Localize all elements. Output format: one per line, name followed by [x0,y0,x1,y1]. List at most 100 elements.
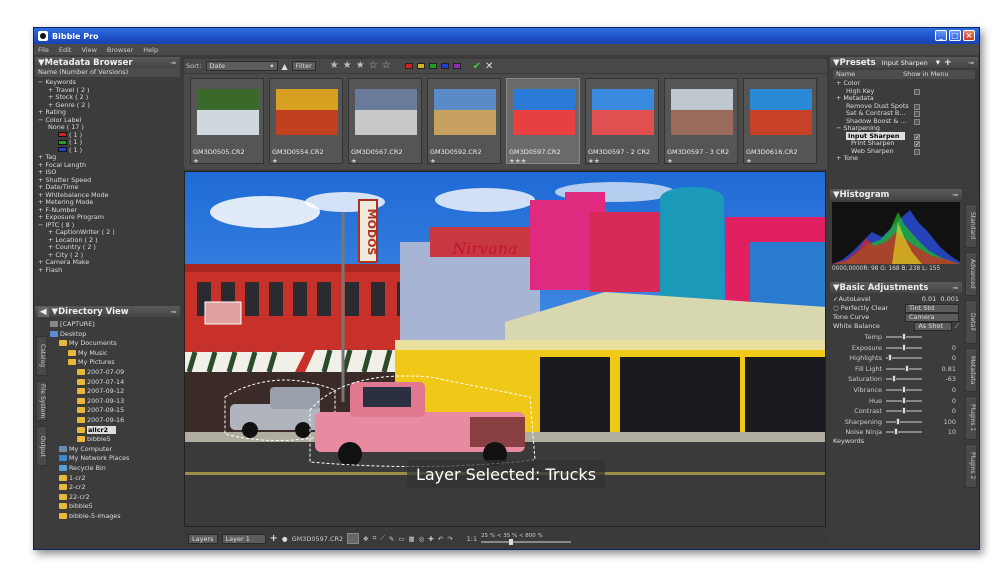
metadata-tree-item[interactable]: ( 1 ) [38,146,180,155]
side-tab-output[interactable]: Output [36,426,47,466]
side-tab-catalog[interactable]: Catalog [36,336,47,376]
slider-noise-ninja[interactable]: Noise Ninja 10 [830,428,962,437]
slider-hue[interactable]: Hue 0 [830,396,962,405]
pin-icon[interactable]: ⊸ [952,284,958,292]
close-button[interactable]: × [963,30,975,41]
clone-tool-icon[interactable]: ◎ [419,535,425,543]
filter-button[interactable]: Filter [291,61,316,71]
color-label-purple[interactable] [452,63,461,69]
slider-knob[interactable] [902,333,906,341]
slider-track[interactable] [886,428,922,436]
color-label-green[interactable] [428,63,437,69]
pin-icon[interactable]: ⊸ [170,308,176,316]
directory-tree-item[interactable]: My Documents [50,339,178,349]
main-image-viewer[interactable]: MODOS Nirvana Layer Selected: Trucks [184,171,826,527]
slider-knob[interactable] [902,407,906,415]
directory-tree-item[interactable]: Desktop [50,330,178,340]
collapse-left-icon[interactable]: ◀ [38,306,49,317]
pointer-tool-icon[interactable] [347,533,360,544]
slider-track[interactable] [886,375,922,383]
filmstrip-thumbnail[interactable]: GM3D0597.CR2 ★★★ [506,78,580,165]
zoom-slider[interactable]: 25 % < 35 % < 800 % [481,533,572,545]
autolevel-row[interactable]: ✓AutoLevel 0.01 0.001 [830,295,962,304]
filmstrip-thumbnail[interactable]: GM3D0592.CR2 ★ [427,78,501,165]
pin-icon[interactable]: ⊸ [170,59,176,67]
crop-tool-icon[interactable]: ⌗ [373,534,377,543]
layers-button[interactable]: Layers [188,533,218,544]
directory-tree-item[interactable]: 1-cr2 [50,474,178,484]
directory-tree-item[interactable]: 2-cr2 [50,483,178,493]
slider-knob[interactable] [892,375,897,383]
slider-track[interactable] [886,364,922,372]
grid-tool-icon[interactable]: ▦ [408,535,414,543]
slider-track[interactable] [886,386,922,394]
add-preset-icon[interactable]: + [944,58,952,68]
zoom-slider-knob[interactable] [509,538,514,545]
slider-knob[interactable] [887,354,892,362]
filmstrip-thumbnail[interactable]: GM3D0505.CR2 ★ [190,78,264,165]
directory-tree-item[interactable]: [CAPTURE] [50,320,178,330]
slider-track[interactable] [886,354,922,362]
directory-tree-item[interactable]: 2007-07-14 [50,378,178,388]
layer-dot-icon[interactable]: ● [282,535,288,543]
menu-item-browser[interactable]: Browser [107,46,133,54]
slider-track[interactable] [886,417,922,425]
directory-tree-item[interactable]: 2007-09-16 [50,416,178,426]
filmstrip-thumbnail[interactable]: GM3D0567.CR2 ★ [348,78,422,165]
tab-detail[interactable]: Detail [965,300,977,344]
redo-icon[interactable]: ↷ [447,535,452,543]
show-in-menu-checkbox[interactable]: ✓ [914,141,920,148]
slider-saturation[interactable]: Saturation -63 [830,375,962,384]
pin-icon[interactable]: ⊸ [952,191,958,199]
straighten-tool-icon[interactable]: ⟋ [380,534,385,543]
directory-tree-item[interactable]: 2007-09-15 [50,406,178,416]
rating-star-5-icon[interactable]: ☆ [382,61,391,71]
filmstrip-thumbnail[interactable]: GM3D0554.CR2 ★ [269,78,343,165]
tab-advanced[interactable]: Advanced [965,252,977,296]
directory-tree-item[interactable]: My Music [50,349,178,359]
show-in-menu-checkbox[interactable] [914,148,920,155]
metadata-tree-item[interactable]: + Focal Length [38,161,180,170]
slider-knob[interactable] [895,417,900,425]
layer-select[interactable]: Layer 1 [221,533,266,544]
perfectly-clear-select[interactable]: Tint Std [905,304,959,313]
slider-exposure[interactable]: Exposure 0 [830,343,962,352]
brush-tool-icon[interactable]: ✎ [389,535,394,543]
add-layer-icon[interactable]: + [270,533,278,544]
side-tab-file-system[interactable]: File System [36,381,47,421]
pin-icon[interactable]: ⊸ [968,59,974,67]
directory-tree-item[interactable]: allcr2 [50,425,178,436]
directory-tree-item[interactable]: My Network Places [50,454,178,464]
minimize-button[interactable]: _ [935,30,947,41]
white-balance-row[interactable]: White Balance As Shot ⟋ [830,322,962,331]
rating-star-4-icon[interactable]: ☆ [369,61,378,71]
slider-knob[interactable] [902,343,906,351]
presets-select-value[interactable]: Input Sharpen [882,59,928,67]
eyedropper-icon[interactable]: ⟋ [954,322,959,330]
show-in-menu-checkbox[interactable] [914,88,920,95]
tone-curve-select[interactable]: Camera [905,313,959,322]
reject-x-icon[interactable]: ✕ [485,61,493,72]
show-in-menu-checkbox[interactable]: ✓ [914,133,920,140]
filmstrip-thumbnail[interactable]: GM3D0597 - 3 CR2 ★ [664,78,738,165]
white-balance-select[interactable]: As Shot [914,322,953,331]
rating-star-2-icon[interactable]: ★ [343,61,352,71]
color-label-blue[interactable] [440,63,449,69]
preset-item[interactable]: + Tone [836,154,961,163]
rating-star-3-icon[interactable]: ★ [356,61,365,71]
slider-knob[interactable] [902,396,906,404]
slider-temp[interactable]: Temp [830,333,962,342]
show-in-menu-checkbox[interactable] [914,111,920,117]
slider-vibrance[interactable]: Vibrance 0 [830,386,962,395]
tab-plugins-1[interactable]: Plugins 1 [965,396,977,440]
eraser-tool-icon[interactable]: ▭ [398,535,404,543]
maximize-button[interactable]: □ [949,30,961,41]
menu-item-file[interactable]: File [38,46,49,54]
tab-metadata[interactable]: Metadata [965,348,977,392]
directory-tree-item[interactable]: bibble5 [50,502,178,512]
show-in-menu-checkbox[interactable] [914,103,920,110]
slider-highlights[interactable]: Highlights 0 [830,354,962,363]
color-label-yellow[interactable] [416,63,425,69]
menu-item-help[interactable]: Help [143,46,158,54]
metadata-tree-item[interactable]: + Flash [38,266,180,275]
